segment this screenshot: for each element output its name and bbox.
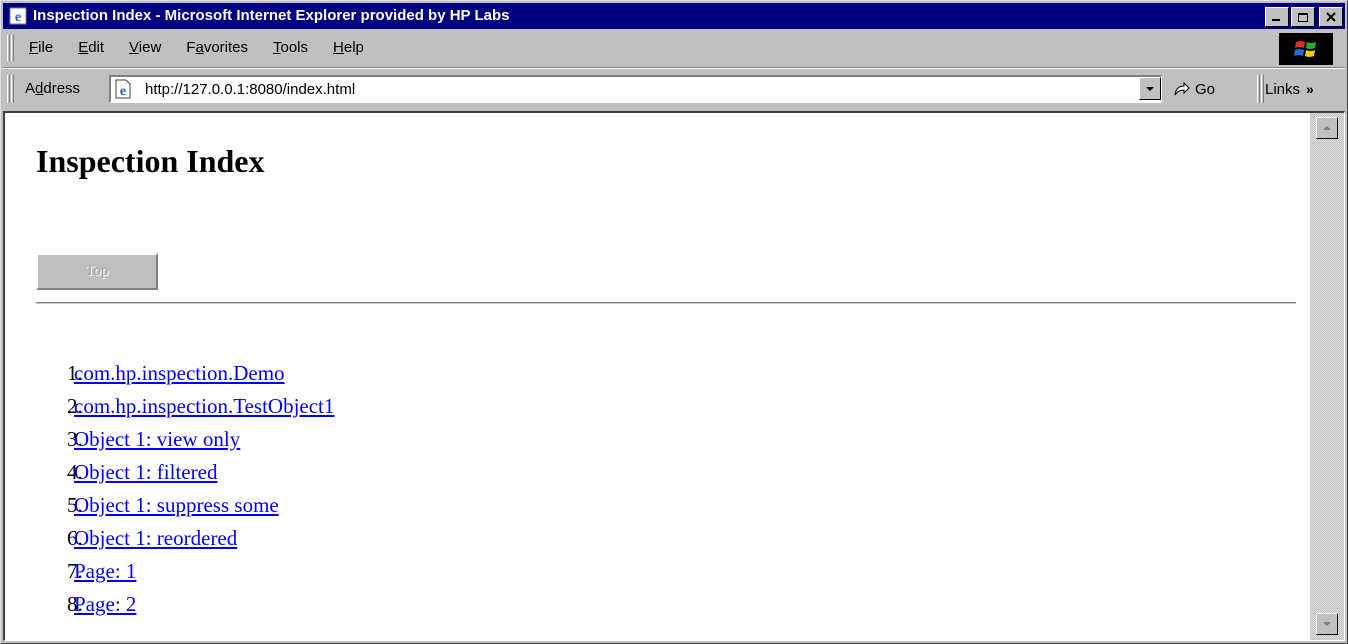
- list-item: 6. Object 1: reordered: [36, 522, 334, 555]
- menu-items: File Edit View Favorites Tools Help: [29, 39, 389, 56]
- go-button[interactable]: Go: [1173, 77, 1253, 101]
- close-icon: [1326, 11, 1336, 22]
- link-page-1[interactable]: Page: 1: [74, 555, 136, 588]
- links-button[interactable]: Links »: [1265, 77, 1345, 101]
- link-reordered[interactable]: Object 1: reordered: [74, 522, 237, 555]
- menu-view[interactable]: View: [129, 39, 161, 56]
- minimize-icon: [1272, 19, 1280, 21]
- list-item: 8. Page: 2: [36, 588, 334, 621]
- toolbar-grip[interactable]: [11, 35, 14, 61]
- toolbar-grip[interactable]: [7, 35, 10, 61]
- address-label: Address: [25, 80, 81, 97]
- link-view-only[interactable]: Object 1: view only: [74, 423, 240, 456]
- top-button[interactable]: Top: [36, 253, 158, 290]
- minimize-button[interactable]: [1265, 7, 1289, 27]
- toolbar-grip[interactable]: [1261, 75, 1264, 103]
- address-url: http://127.0.0.1:8080/index.html: [145, 81, 356, 98]
- maximize-button[interactable]: [1291, 7, 1315, 27]
- vertical-scrollbar[interactable]: [1310, 113, 1344, 640]
- throbber: [1279, 33, 1333, 65]
- dropdown-arrow-icon: [1146, 86, 1154, 91]
- list-item: 5. Object 1: suppress some: [36, 489, 334, 522]
- title-bar[interactable]: e Inspection Index - Microsoft Internet …: [3, 3, 1345, 29]
- link-list: 1. com.hp.inspection.Demo 2. com.hp.inspec…: [36, 357, 334, 621]
- horizontal-rule: [36, 302, 1296, 304]
- address-input[interactable]: e http://127.0.0.1:8080/index.html: [109, 75, 1162, 103]
- list-item: 3. Object 1: view only: [36, 423, 334, 456]
- windows-logo-icon: [1294, 41, 1316, 57]
- link-suppress-some[interactable]: Object 1: suppress some: [74, 489, 279, 522]
- ie-page-icon: e: [115, 79, 131, 99]
- page-heading: Inspection Index: [36, 143, 265, 179]
- go-arrow-icon: [1174, 81, 1190, 96]
- toolbar-grip[interactable]: [11, 75, 14, 103]
- address-dropdown-button[interactable]: [1139, 77, 1161, 100]
- address-bar: Address e http://127.0.0.1:8080/index.ht…: [3, 69, 1345, 109]
- list-item: 7. Page: 1: [36, 555, 334, 588]
- window-title: Inspection Index - Microsoft Internet Ex…: [33, 7, 510, 24]
- menu-tools[interactable]: Tools: [273, 39, 308, 56]
- toolbar-grip[interactable]: [7, 75, 10, 103]
- menu-file[interactable]: File: [29, 39, 53, 56]
- browser-window: e Inspection Index - Microsoft Internet …: [0, 0, 1348, 644]
- scroll-up-icon: [1323, 126, 1331, 130]
- menu-bar: File Edit View Favorites Tools Help: [3, 31, 1345, 69]
- maximize-icon: [1298, 12, 1308, 22]
- scroll-down-icon: [1323, 622, 1331, 626]
- page-viewport: Inspection Index Top 1. com.hp.inspection…: [3, 111, 1345, 641]
- svg-text:e: e: [15, 10, 21, 25]
- menu-edit[interactable]: Edit: [78, 39, 104, 56]
- link-demo[interactable]: com.hp.inspection.Demo: [74, 357, 285, 390]
- toolbar-grip[interactable]: [1257, 75, 1260, 103]
- close-button[interactable]: [1319, 7, 1343, 27]
- menu-help[interactable]: Help: [333, 39, 364, 56]
- ie-page-icon: e: [9, 7, 27, 25]
- scroll-down-button[interactable]: [1316, 613, 1338, 635]
- links-label: Links: [1265, 80, 1301, 98]
- link-page-2[interactable]: Page: 2: [74, 588, 136, 621]
- chevron-right-icon: »: [1306, 81, 1314, 97]
- svg-text:e: e: [120, 84, 126, 99]
- menu-favorites[interactable]: Favorites: [186, 39, 248, 56]
- scroll-up-button[interactable]: [1316, 117, 1338, 139]
- web-page: Inspection Index Top 1. com.hp.inspection…: [5, 113, 1309, 640]
- go-label: Go: [1195, 80, 1216, 98]
- link-filtered[interactable]: Object 1: filtered: [74, 456, 217, 489]
- link-testobject1[interactable]: com.hp.inspection.TestObject1: [74, 390, 334, 423]
- list-item: 1. com.hp.inspection.Demo: [36, 357, 334, 390]
- list-item: 4. Object 1: filtered: [36, 456, 334, 489]
- list-item: 2. com.hp.inspection.TestObject1: [36, 390, 334, 423]
